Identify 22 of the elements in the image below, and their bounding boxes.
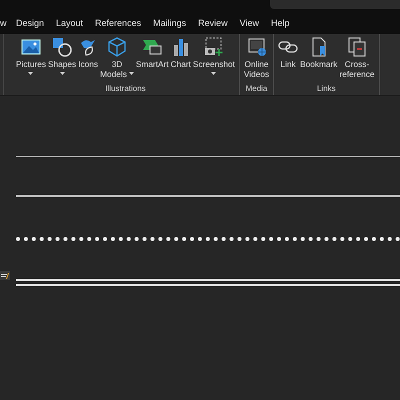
group-label: Links	[316, 84, 337, 95]
ribbon-tab[interactable]: References	[89, 12, 148, 34]
ribbon-tab[interactable]: View	[234, 12, 265, 34]
ribbon-command[interactable]: SmartArt	[134, 34, 170, 84]
group-label: Illustrations	[104, 84, 147, 95]
ribbon-command[interactable]: Chart	[170, 34, 192, 84]
ribbon-tab[interactable]: Mailings	[147, 12, 192, 34]
ribbon-command[interactable]: Online Videos	[242, 34, 270, 84]
ribbon-command[interactable]: Bookmark	[299, 34, 338, 84]
ribbon-command[interactable]: Link	[277, 34, 300, 84]
ribbon-tab[interactable]: Design	[10, 12, 50, 34]
ribbon-command[interactable]: Icons	[77, 34, 100, 84]
ribbon-tab[interactable]: w	[0, 12, 10, 34]
ribbon-command[interactable]: Shapes	[46, 34, 78, 84]
ribbon-tab[interactable]: Review	[192, 12, 234, 34]
ribbon-command[interactable]: Pictures	[15, 34, 47, 84]
ribbon-command[interactable]: 3D Models	[99, 34, 135, 84]
ribbon-tab[interactable]: Layout	[50, 12, 90, 34]
ribbon-tab[interactable]: Help	[264, 12, 296, 34]
ribbon-command[interactable]: Cross- reference	[338, 34, 376, 84]
group-label: Media	[244, 84, 268, 95]
ribbon-command[interactable]: Screenshot	[192, 34, 236, 84]
